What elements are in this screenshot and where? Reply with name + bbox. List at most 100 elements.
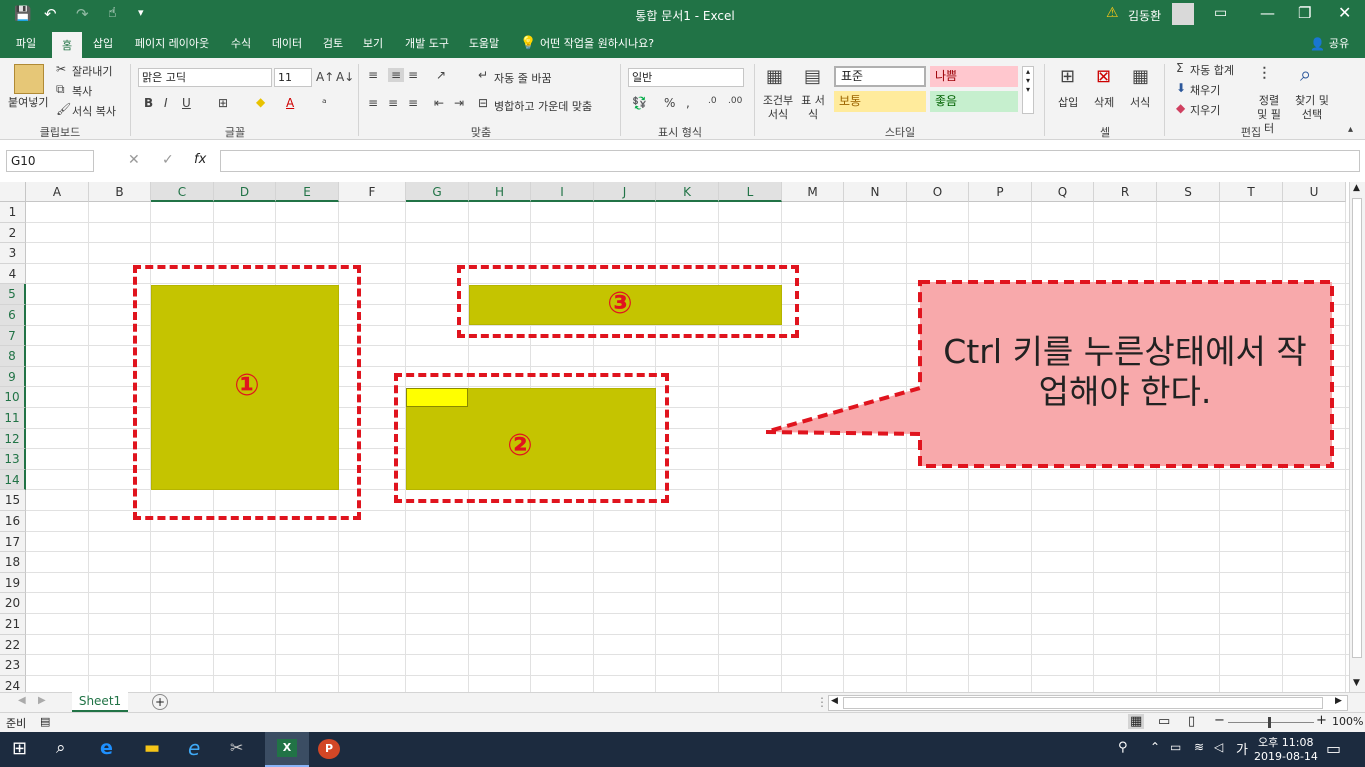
insert-function-icon[interactable]: fx <box>194 152 206 167</box>
horizontal-scroll-thumb[interactable] <box>843 697 1323 709</box>
align-middle-icon[interactable]: ≡ <box>388 68 404 82</box>
scissors-icon[interactable]: ✂ <box>56 62 66 76</box>
increase-decimal-icon[interactable]: .0 <box>708 96 717 106</box>
style-neutral[interactable]: 보통 <box>834 91 926 112</box>
column-header-e[interactable]: E <box>276 182 339 202</box>
volume-icon[interactable]: ◁ <box>1214 740 1223 754</box>
wrap-text-icon[interactable]: ↵ <box>478 68 488 82</box>
fill-button[interactable]: 채우기 <box>1190 82 1220 98</box>
page-layout-view-icon[interactable]: ▭ <box>1158 714 1170 729</box>
column-header-k[interactable]: K <box>656 182 719 202</box>
column-header-h[interactable]: H <box>469 182 531 202</box>
wrap-text-button[interactable]: 자동 줄 바꿈 <box>494 70 552 86</box>
increase-font-icon[interactable]: A↑ <box>316 70 334 84</box>
percent-icon[interactable]: % <box>664 96 675 110</box>
conditional-format-icon[interactable]: ▦ <box>766 66 783 87</box>
worksheet-grid[interactable]: ABCDEFGHIJKLMNOPQRSTU 1 2 3 4 5 6 7 8 9 10 11 12 13 1… <box>0 182 1349 692</box>
merge-center-button[interactable]: 병합하고 가운데 맞춤 <box>494 98 592 114</box>
decrease-decimal-icon[interactable]: .00 <box>728 96 742 106</box>
column-header-m[interactable]: M <box>782 182 844 202</box>
row-header-4[interactable]: 4 <box>0 263 26 285</box>
row-header-2[interactable]: 2 <box>0 222 26 244</box>
font-color-icon[interactable]: A <box>286 96 294 110</box>
powerpoint-icon[interactable]: P <box>318 739 340 759</box>
tab-developer[interactable]: 개발 도구 <box>396 30 458 58</box>
column-header-j[interactable]: J <box>594 182 656 202</box>
row-header-8[interactable]: 8 <box>0 346 26 367</box>
ime-indicator[interactable]: 가 <box>1236 739 1248 758</box>
tab-data[interactable]: 데이터 <box>266 30 308 58</box>
row-header-6[interactable]: 6 <box>0 305 26 326</box>
people-icon[interactable]: ⚲ <box>1118 740 1128 755</box>
find-select-button[interactable]: 찾기 및 선택 <box>1292 94 1332 122</box>
eraser-icon[interactable]: ◆ <box>1176 101 1185 115</box>
fill-icon[interactable]: ⬇ <box>1176 81 1186 95</box>
orientation-icon[interactable]: ↗ <box>436 68 446 82</box>
vertical-scrollbar[interactable]: ▲ ▼ <box>1349 182 1365 692</box>
accounting-icon[interactable]: 💱 <box>632 96 647 110</box>
row-header-17[interactable]: 17 <box>0 531 26 553</box>
clock-date[interactable]: 2019-08-14 <box>1254 750 1318 763</box>
zoom-slider[interactable] <box>1228 722 1314 723</box>
notification-icon[interactable]: ▭ <box>1326 739 1341 758</box>
column-header-r[interactable]: R <box>1094 182 1157 202</box>
edge-icon[interactable]: e <box>100 737 113 759</box>
insert-cells-icon[interactable]: ⊞ <box>1060 66 1075 87</box>
zoom-level[interactable]: 100% <box>1332 715 1363 728</box>
windows-start-icon[interactable]: ⊞ <box>12 738 27 759</box>
conditional-format-button[interactable]: 조건부 서식 <box>760 94 796 122</box>
paste-button[interactable]: 붙여넣기 <box>8 94 48 110</box>
styles-gallery-scroll[interactable]: ▴ ▾ ▾ <box>1022 66 1034 114</box>
align-bottom-icon[interactable]: ≡ <box>408 68 418 82</box>
save-icon[interactable]: 💾 <box>14 6 31 22</box>
decrease-indent-icon[interactable]: ⇤ <box>434 96 444 110</box>
row-header-18[interactable]: 18 <box>0 552 26 573</box>
copy-button[interactable]: 복사 <box>72 83 92 99</box>
row-header-22[interactable]: 22 <box>0 634 26 656</box>
row-header-1[interactable]: 1 <box>0 202 26 223</box>
vertical-scroll-thumb[interactable] <box>1352 198 1362 658</box>
column-header-g[interactable]: G <box>406 182 469 202</box>
column-header-l[interactable]: L <box>719 182 782 202</box>
horizontal-scrollbar[interactable]: ◀ ▶ <box>828 695 1348 711</box>
column-header-d[interactable]: D <box>214 182 276 202</box>
tray-expand-icon[interactable]: ⌃ <box>1150 740 1160 754</box>
style-normal[interactable]: 표준 <box>834 66 926 87</box>
tab-insert[interactable]: 삽입 <box>86 30 120 58</box>
tab-help[interactable]: 도움말 <box>462 30 506 58</box>
ribbon-display-icon[interactable]: ▭ <box>1214 5 1227 21</box>
format-cells-button[interactable]: 서식 <box>1130 94 1150 110</box>
tab-home[interactable]: 홈 <box>52 32 82 58</box>
row-header-20[interactable]: 20 <box>0 593 26 614</box>
row-header-5[interactable]: 5 <box>0 284 26 305</box>
style-good[interactable]: 좋음 <box>930 91 1018 112</box>
comma-icon[interactable]: , <box>686 96 690 110</box>
minimize-button[interactable]: — <box>1260 4 1275 22</box>
snipping-tool-icon[interactable]: ✂ <box>230 738 243 757</box>
user-name[interactable]: 김동환 <box>1128 7 1161 24</box>
taskbar-excel-active[interactable]: X <box>265 732 309 767</box>
collapse-ribbon-icon[interactable]: ▴ <box>1348 124 1353 135</box>
zoom-out-icon[interactable]: − <box>1214 713 1225 728</box>
format-cells-icon[interactable]: ▦ <box>1132 66 1149 87</box>
formula-input[interactable] <box>220 150 1360 172</box>
normal-view-icon[interactable]: ▦ <box>1128 714 1145 729</box>
delete-cells-icon[interactable]: ⊠ <box>1096 66 1111 87</box>
column-header-b[interactable]: B <box>89 182 151 202</box>
battery-icon[interactable]: ▭ <box>1170 740 1181 754</box>
clear-button[interactable]: 지우기 <box>1190 102 1220 118</box>
number-format-select[interactable]: 일반 <box>628 68 744 87</box>
underline-icon[interactable]: U <box>182 96 191 110</box>
row-header-11[interactable]: 11 <box>0 408 26 429</box>
decrease-font-icon[interactable]: A↓ <box>336 70 354 84</box>
redo-icon[interactable]: ↷ <box>76 5 89 23</box>
borders-icon[interactable]: ⊞ <box>218 96 228 110</box>
sheet-tab-sheet1[interactable]: Sheet1 <box>72 692 128 712</box>
column-header-t[interactable]: T <box>1220 182 1283 202</box>
merge-icon[interactable]: ⊟ <box>478 96 488 110</box>
format-table-icon[interactable]: ▤ <box>804 66 821 87</box>
style-bad[interactable]: 나쁨 <box>930 66 1018 87</box>
tab-view[interactable]: 보기 <box>356 30 390 58</box>
row-header-16[interactable]: 16 <box>0 511 26 532</box>
close-button[interactable]: ✕ <box>1338 3 1351 22</box>
